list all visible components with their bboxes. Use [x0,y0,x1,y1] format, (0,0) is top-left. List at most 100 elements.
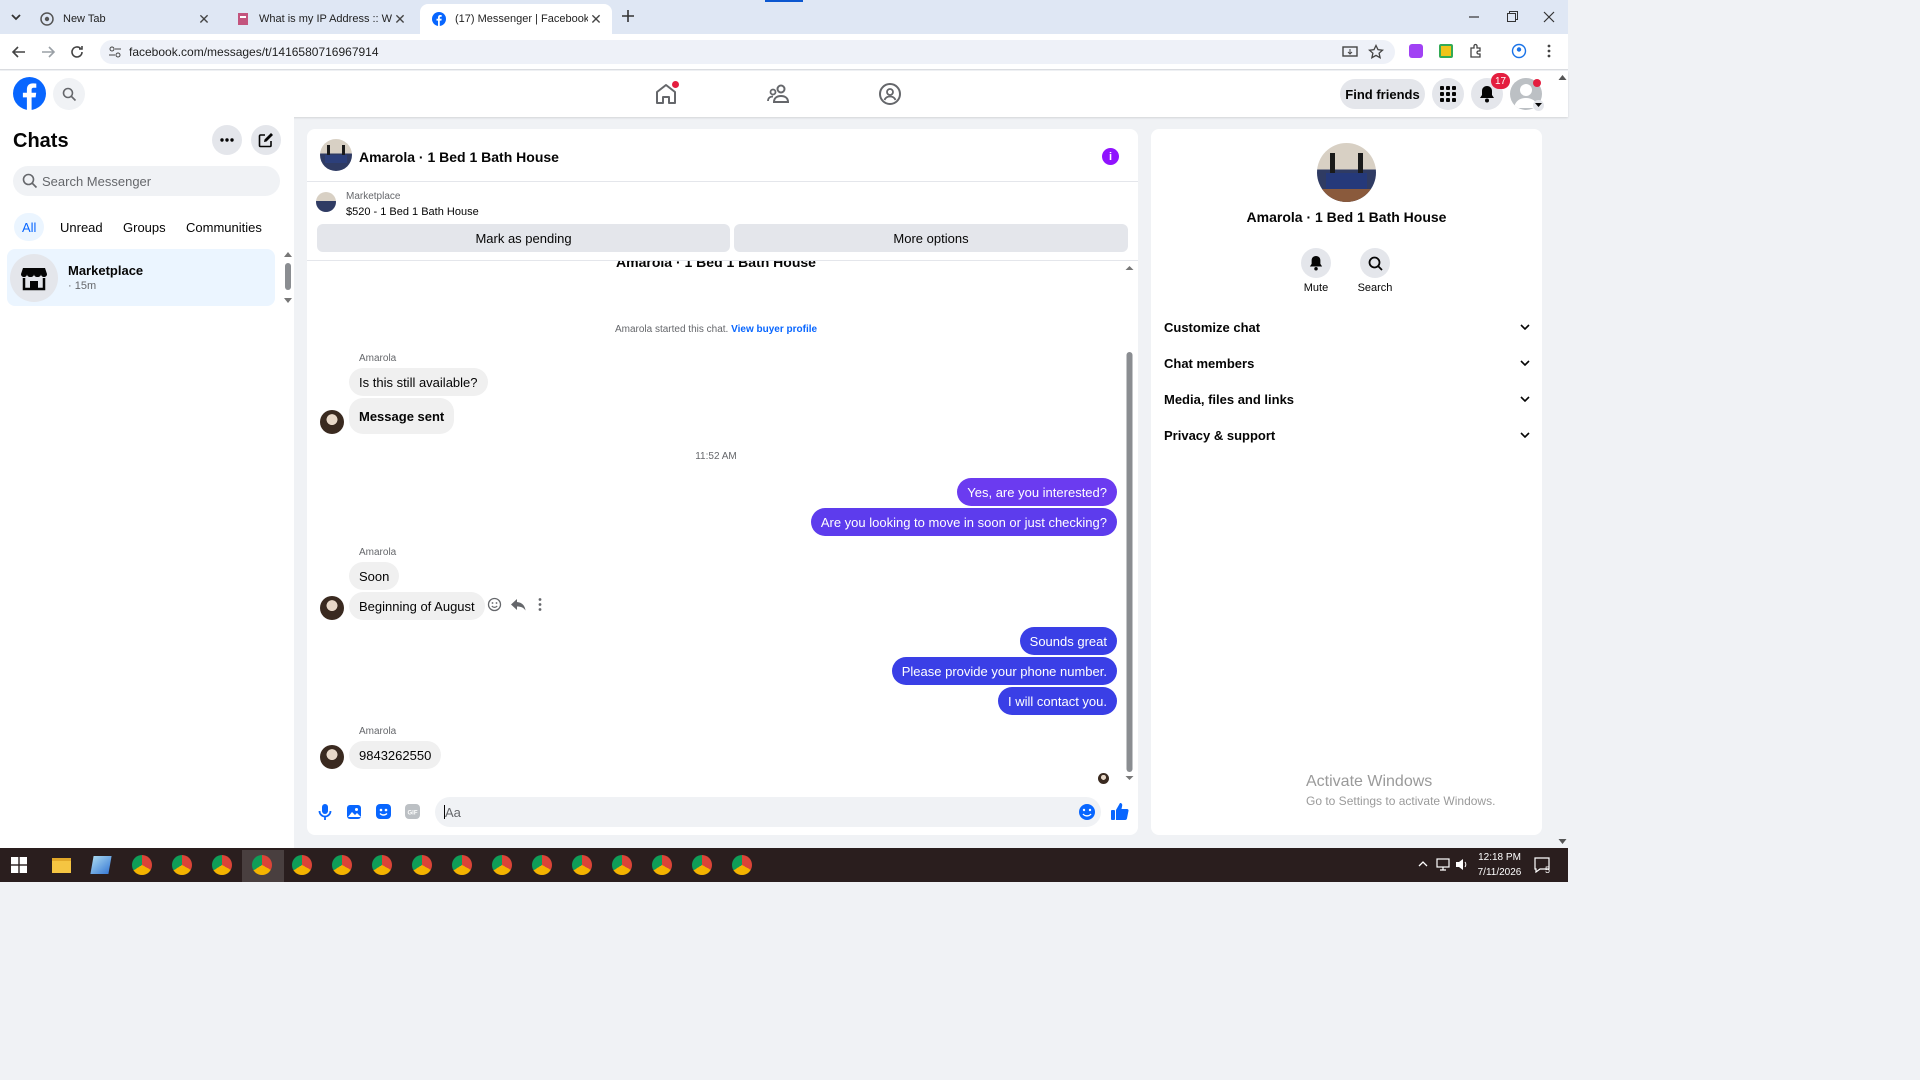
close-tab-icon[interactable]: ✕ [392,11,408,28]
view-buyer-profile-link[interactable]: View buyer profile [731,324,817,335]
file-explorer-icon[interactable] [52,858,71,873]
volume-icon[interactable] [1455,858,1469,871]
message-bubble-incoming[interactable]: 9843262550 [349,741,442,769]
restore-button[interactable] [1504,9,1520,25]
sticker-icon[interactable] [375,803,392,820]
listing-line[interactable]: $520 - 1 Bed 1 Bath House [346,206,479,218]
chrome-taskbar-icon[interactable] [732,855,752,875]
close-window-button[interactable] [1541,9,1557,25]
customize-chat-section[interactable]: Customize chat [1164,317,1530,337]
extensions-puzzle-icon[interactable] [1468,43,1484,59]
clock-time[interactable]: 12:18 PM [1477,852,1522,863]
more-actions-icon[interactable] [537,597,543,612]
media-files-links-section[interactable]: Media, files and links [1164,389,1530,409]
app-icon[interactable] [90,856,112,874]
chrome-taskbar-icon[interactable] [612,855,632,875]
message-input[interactable]: Aa [435,797,1101,827]
mute-button[interactable] [1301,248,1331,278]
chrome-taskbar-icon[interactable] [412,855,432,875]
filter-groups[interactable]: Groups [115,213,174,241]
message-bubble-incoming[interactable]: Soon [349,562,400,590]
filter-all[interactable]: All [14,213,45,241]
search-in-chat-button[interactable] [1360,248,1390,278]
chrome-taskbar-icon[interactable] [532,855,552,875]
reload-icon[interactable] [67,42,87,62]
windows-start-icon[interactable] [11,857,27,873]
tray-chevron-up-icon[interactable] [1418,860,1428,868]
thumbs-up-icon[interactable] [1110,802,1129,821]
tab-ip-address[interactable]: What is my IP Address :: WebBrowserTools… [224,4,416,34]
groups-nav-icon[interactable] [878,82,902,106]
react-smiley-icon[interactable] [487,597,502,612]
back-arrow-icon[interactable] [9,42,29,62]
microphone-icon[interactable] [317,803,333,821]
filter-communities[interactable]: Communities [178,213,270,241]
search-facebook-button[interactable] [53,78,85,110]
chat-list-item-marketplace[interactable]: Marketplace · 15m [7,249,275,306]
more-options-button[interactable]: More options [734,224,1128,252]
conversation-title[interactable]: Amarola · 1 Bed 1 Bath House [359,149,559,165]
message-bubble-incoming[interactable]: Message sent [349,398,455,434]
chrome-taskbar-icon[interactable] [332,855,352,875]
new-message-button[interactable] [251,125,281,155]
chat-members-section[interactable]: Chat members [1164,353,1530,373]
close-tab-icon[interactable]: ✕ [196,11,212,28]
chrome-taskbar-icon[interactable] [172,855,192,875]
browser-menu-icon[interactable] [1541,43,1557,59]
photo-icon[interactable] [346,803,362,820]
chrome-taskbar-icon[interactable] [252,855,272,875]
facebook-logo-icon[interactable] [13,77,46,110]
messages-scrollbar[interactable] [1125,264,1134,784]
extension-icon-purple[interactable] [1409,44,1423,58]
emoji-icon[interactable] [1078,803,1096,821]
profile-icon[interactable] [1511,43,1527,59]
message-bubble-outgoing[interactable]: Sounds great [1019,627,1117,655]
reply-icon[interactable] [510,597,526,612]
chrome-taskbar-icon[interactable] [692,855,712,875]
search-messenger-input[interactable]: Search Messenger [13,166,280,196]
home-nav-icon[interactable] [654,81,679,106]
message-bubble-outgoing[interactable]: Are you looking to move in soon or just … [810,508,1117,536]
chrome-taskbar-icon[interactable] [372,855,392,875]
extension-icon-yellow[interactable] [1439,44,1453,58]
conversation-avatar[interactable] [320,139,352,171]
chats-scrollbar[interactable] [284,252,292,304]
chrome-taskbar-icon[interactable] [652,855,672,875]
message-bubble-incoming[interactable]: Beginning of August [349,592,485,620]
tab-new-tab[interactable]: New Tab ✕ [28,4,220,34]
chrome-taskbar-icon[interactable] [212,855,232,875]
install-app-icon[interactable] [1342,44,1358,60]
page-scrollbar[interactable] [1557,72,1568,848]
minimize-button[interactable] [1466,9,1482,25]
filter-unread[interactable]: Unread [52,213,111,241]
clock-date[interactable]: 7/11/2026 [1473,867,1526,878]
forward-arrow-icon[interactable] [38,42,58,62]
message-bubble-outgoing[interactable]: Yes, are you interested? [957,478,1117,506]
message-bubble-incoming[interactable]: Is this still available? [349,368,488,396]
tab-messenger[interactable]: (17) Messenger | Facebook ✕ [420,4,612,34]
chrome-taskbar-icon[interactable] [572,855,592,875]
bookmark-star-icon[interactable] [1368,44,1384,60]
close-tab-icon[interactable]: ✕ [588,11,604,28]
mark-as-pending-button[interactable]: Mark as pending [317,224,730,252]
site-info-icon[interactable] [108,45,122,59]
find-friends-button[interactable]: Find friends [1340,79,1425,109]
gif-icon[interactable]: GIF [404,803,421,820]
friends-nav-icon[interactable] [766,82,790,106]
message-bubble-outgoing[interactable]: I will contact you. [998,687,1117,715]
sender-name: Amarola [359,353,397,364]
chrome-taskbar-icon[interactable] [492,855,512,875]
tab-list-button[interactable] [8,9,24,25]
chrome-taskbar-icon[interactable] [132,855,152,875]
chrome-taskbar-icon[interactable] [452,855,472,875]
address-bar[interactable]: facebook.com/messages/t/1416580716967914 [100,40,1395,64]
chrome-taskbar-icon[interactable] [292,855,312,875]
info-icon[interactable]: i [1102,148,1119,165]
menu-grid-button[interactable] [1432,78,1464,110]
chats-options-button[interactable] [212,125,242,155]
new-tab-button[interactable] [620,8,636,24]
details-avatar[interactable] [1317,143,1376,202]
privacy-support-section[interactable]: Privacy & support [1164,425,1530,445]
message-bubble-outgoing[interactable]: Please provide your phone number. [891,657,1117,685]
network-icon[interactable] [1436,858,1450,871]
